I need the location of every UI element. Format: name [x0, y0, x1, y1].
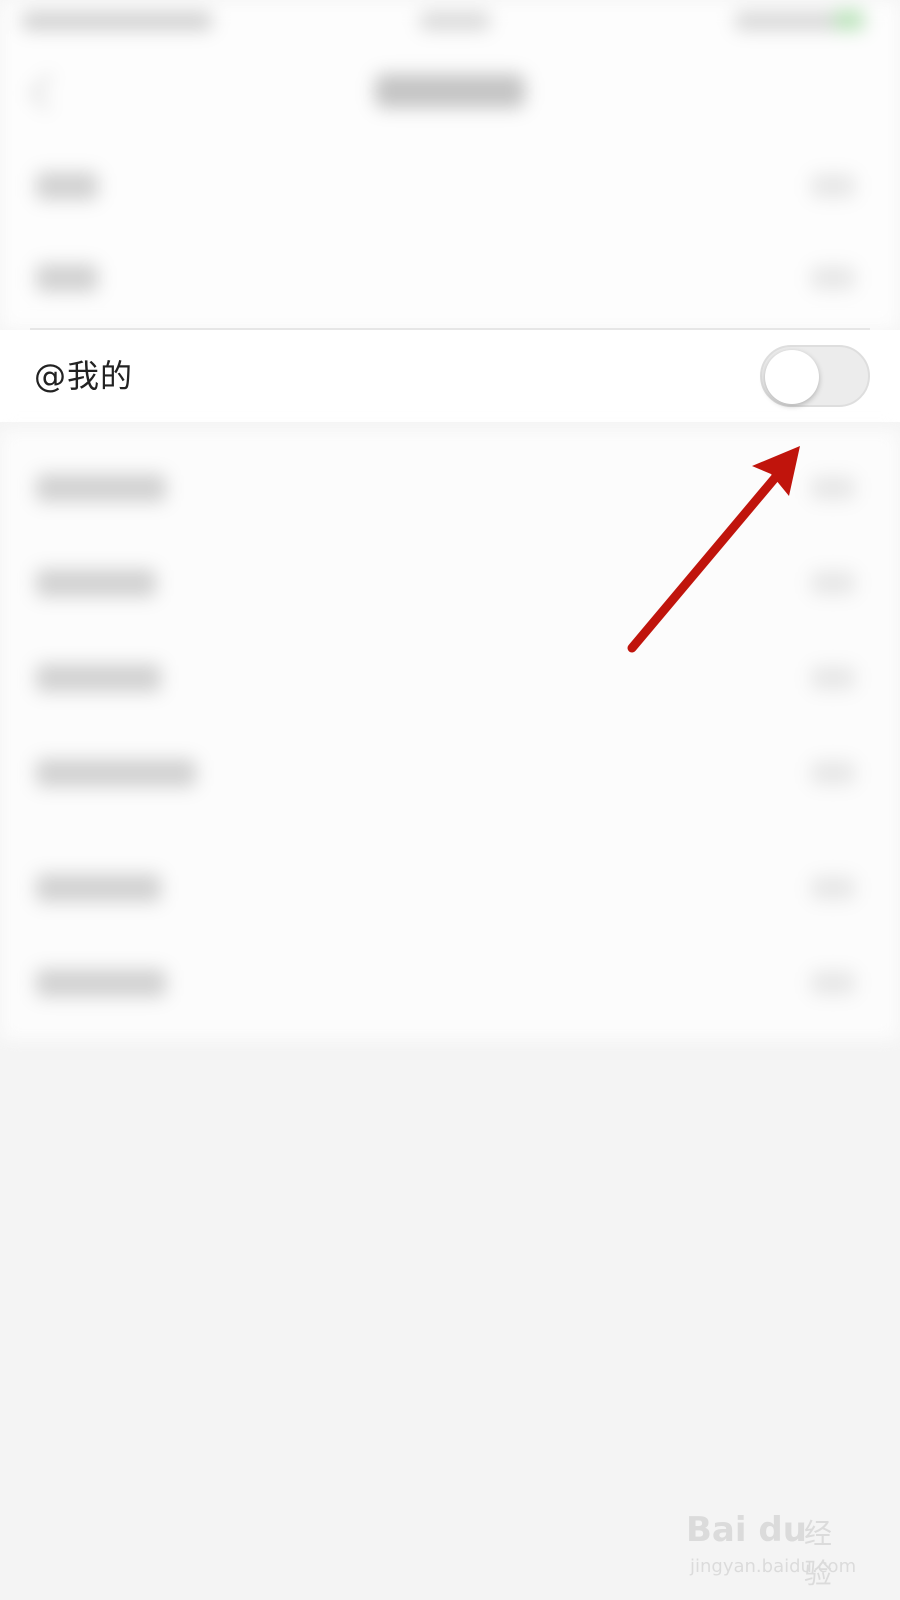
watermark-brand: Bai du [686, 1510, 807, 1550]
back-arrow-icon[interactable] [29, 73, 67, 111]
setting-label: @我的 [34, 357, 134, 395]
status-bar [0, 0, 900, 50]
list-item[interactable] [0, 840, 900, 935]
battery-icon [835, 10, 863, 30]
toggle-knob [765, 350, 819, 404]
status-time [420, 12, 490, 30]
baidu-watermark: Bai du 经验 jingyan.baidu.com [686, 1500, 857, 1590]
list-item[interactable] [0, 138, 900, 233]
blurred-list-region [0, 430, 900, 1040]
status-carrier [22, 12, 212, 30]
page-title [375, 74, 525, 108]
list-item[interactable] [0, 535, 900, 630]
watermark-url: jingyan.baidu.com [690, 1556, 857, 1577]
mention-me-toggle[interactable] [760, 345, 870, 407]
list-item[interactable] [0, 440, 900, 535]
list-item[interactable] [0, 630, 900, 725]
blurred-header-region [0, 0, 900, 330]
list-item[interactable] [0, 935, 900, 1030]
list-item[interactable] [0, 725, 900, 820]
setting-row-mention-me: @我的 [0, 330, 900, 422]
list-item[interactable] [0, 230, 900, 325]
watermark-brand-cn: 经验 [804, 1517, 833, 1590]
